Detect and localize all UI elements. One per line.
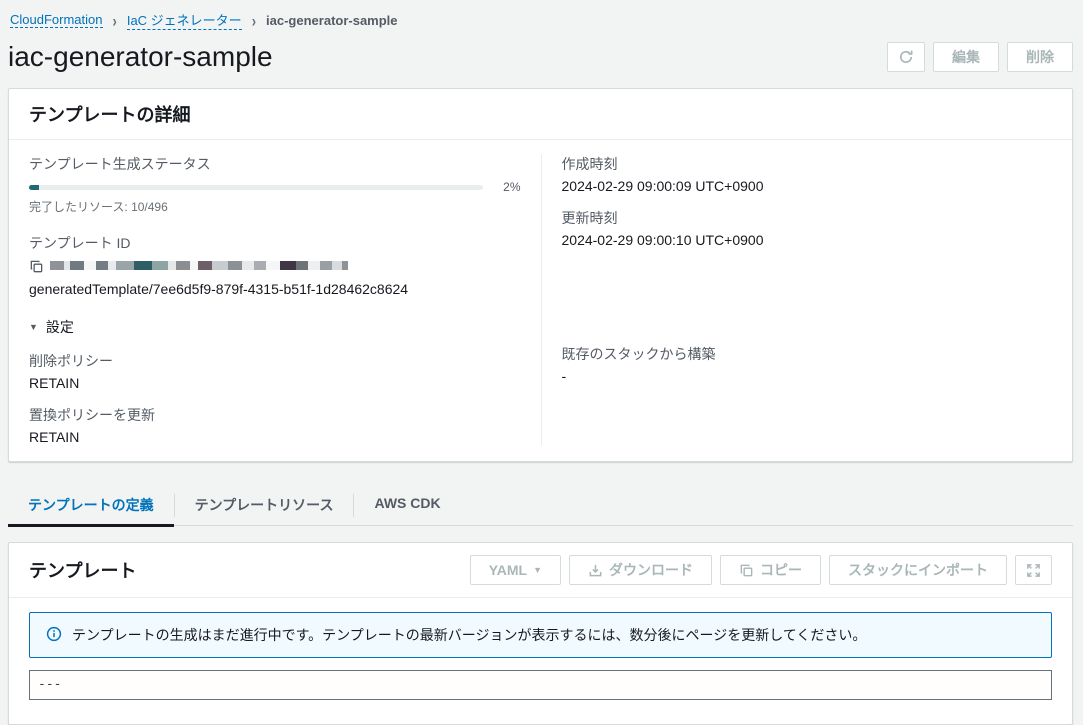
copy-id-icon[interactable]: [29, 259, 44, 279]
info-icon: [46, 626, 62, 645]
header-actions: 編集 削除: [887, 42, 1073, 72]
template-card-header: テンプレート YAML ▼ ダウンロード コピー: [9, 543, 1072, 598]
from-stack-value: -: [562, 368, 1053, 384]
template-id-block: テンプレート ID generatedTemplate/7ee6d5f9-879…: [29, 233, 521, 299]
progress-track: [29, 185, 483, 190]
download-icon: [588, 563, 603, 578]
download-button[interactable]: ダウンロード: [569, 555, 712, 585]
generation-status-label: テンプレート生成ステータス: [29, 154, 521, 174]
format-select-value: YAML: [489, 562, 527, 578]
delete-button[interactable]: 削除: [1007, 42, 1073, 72]
template-id-text: generatedTemplate/7ee6d5f9-879f-4315-b51…: [29, 281, 408, 297]
deletion-policy-field: 削除ポリシー RETAIN: [29, 351, 521, 391]
breadcrumb-current: iac-generator-sample: [266, 13, 398, 28]
page-title: iac-generator-sample: [8, 40, 273, 74]
delete-button-label: 削除: [1026, 47, 1054, 67]
tab-aws-cdk[interactable]: AWS CDK: [354, 486, 460, 525]
import-to-stack-button[interactable]: スタックにインポート: [829, 555, 1007, 585]
info-banner-text: テンプレートの生成はまだ進行中です。テンプレートの最新バージョンが表示するには、…: [72, 625, 866, 645]
template-id-value: generatedTemplate/7ee6d5f9-879f-4315-b51…: [29, 257, 521, 299]
template-card-title: テンプレート: [29, 557, 136, 583]
breadcrumb-link-cloudformation[interactable]: CloudFormation: [10, 12, 103, 28]
copy-icon: [739, 563, 754, 578]
created-time-field: 作成時刻 2024-02-29 09:00:09 UTC+0900: [562, 154, 1053, 194]
template-details-card: テンプレートの詳細 テンプレート生成ステータス 2% 完了したリソース: 10/…: [8, 88, 1073, 462]
progress-fill: [29, 185, 39, 190]
deletion-policy-label: 削除ポリシー: [29, 351, 521, 371]
deletion-policy-value: RETAIN: [29, 375, 521, 391]
refresh-button[interactable]: [887, 42, 925, 72]
page-header: iac-generator-sample 編集 削除: [8, 40, 1073, 74]
breadcrumb: CloudFormation › IaC ジェネレーター › iac-gener…: [8, 6, 1073, 30]
download-button-label: ダウンロード: [609, 560, 693, 580]
yaml-document-marker: ---: [38, 677, 61, 692]
import-to-stack-label: スタックにインポート: [848, 560, 988, 580]
updated-time-field: 更新時刻 2024-02-29 09:00:10 UTC+0900: [562, 208, 1053, 248]
copy-button[interactable]: コピー: [720, 555, 821, 585]
update-replace-policy-value: RETAIN: [29, 429, 521, 445]
template-details-content: テンプレート生成ステータス 2% 完了したリソース: 10/496 テンプレート…: [9, 140, 1072, 461]
format-select[interactable]: YAML ▼: [470, 555, 561, 585]
tab-bar: テンプレートの定義 テンプレートリソース AWS CDK: [8, 486, 1073, 526]
breadcrumb-separator-icon: ›: [113, 10, 117, 30]
details-top-grid: テンプレート生成ステータス 2% 完了したリソース: 10/496 テンプレート…: [29, 154, 1052, 445]
breadcrumb-separator-icon: ›: [252, 10, 256, 30]
created-time-value: 2024-02-29 09:00:09 UTC+0900: [562, 178, 1053, 194]
progress-bar: 2%: [29, 180, 521, 194]
expand-icon: [1026, 563, 1041, 578]
from-stack-label: 既存のスタックから構築: [562, 344, 1053, 364]
details-left-column: テンプレート生成ステータス 2% 完了したリソース: 10/496 テンプレート…: [29, 154, 541, 445]
updated-time-label: 更新時刻: [562, 208, 1053, 228]
edit-button-label: 編集: [952, 47, 980, 67]
copy-button-label: コピー: [760, 560, 802, 580]
settings-expander[interactable]: ▼ 設定: [29, 317, 521, 337]
page: CloudFormation › IaC ジェネレーター › iac-gener…: [0, 0, 1083, 695]
template-code-viewer[interactable]: ---: [29, 670, 1052, 700]
caret-down-icon: ▼: [29, 322, 38, 332]
template-card-content: テンプレートの生成はまだ進行中です。テンプレートの最新バージョンが表示するには、…: [9, 598, 1072, 724]
edit-button[interactable]: 編集: [933, 42, 999, 72]
info-banner: テンプレートの生成はまだ進行中です。テンプレートの最新バージョンが表示するには、…: [29, 612, 1052, 658]
template-details-title: テンプレートの詳細: [29, 101, 190, 127]
tab-template-definition[interactable]: テンプレートの定義: [8, 486, 174, 525]
caret-down-icon: ▼: [533, 565, 542, 575]
settings-expander-label: 設定: [46, 317, 74, 337]
template-id-label: テンプレート ID: [29, 233, 521, 253]
template-toolbar: YAML ▼ ダウンロード コピー スタックにインポート: [470, 555, 1052, 585]
from-stack-field: 既存のスタックから構築 -: [562, 344, 1053, 384]
update-replace-policy-field: 置換ポリシーを更新 RETAIN: [29, 405, 521, 445]
settings-left-fields: 削除ポリシー RETAIN 置換ポリシーを更新 RETAIN: [29, 351, 521, 445]
completed-resources: 完了したリソース: 10/496: [29, 198, 521, 215]
fullscreen-button[interactable]: [1015, 555, 1052, 585]
created-time-label: 作成時刻: [562, 154, 1053, 174]
update-replace-policy-label: 置換ポリシーを更新: [29, 405, 521, 425]
details-right-column: 作成時刻 2024-02-29 09:00:09 UTC+0900 更新時刻 2…: [541, 154, 1053, 445]
refresh-icon: [898, 49, 914, 65]
progress-percent: 2%: [495, 180, 521, 194]
breadcrumb-link-iac-generator[interactable]: IaC ジェネレーター: [127, 10, 242, 30]
tab-template-resources[interactable]: テンプレートリソース: [175, 486, 354, 525]
updated-time-value: 2024-02-29 09:00:10 UTC+0900: [562, 232, 1053, 248]
redacted-template-id: [50, 261, 348, 270]
template-card: テンプレート YAML ▼ ダウンロード コピー: [8, 542, 1073, 725]
template-details-header: テンプレートの詳細: [9, 89, 1072, 140]
